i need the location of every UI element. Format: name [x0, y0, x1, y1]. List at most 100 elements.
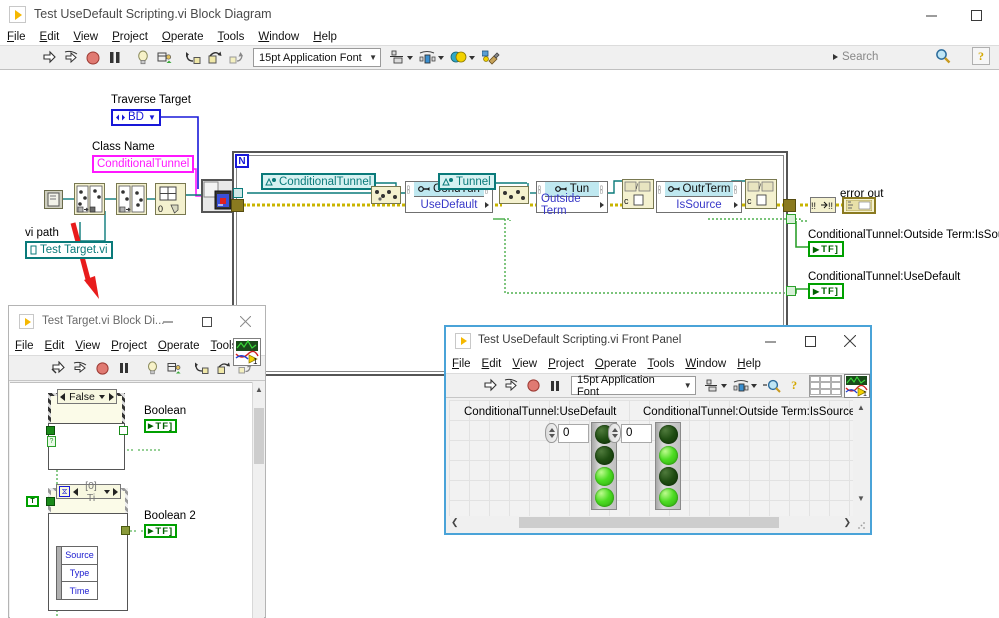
menu-window[interactable]: Window	[258, 30, 299, 44]
scroll-right-icon[interactable]: ❯	[843, 517, 851, 528]
menu-operate[interactable]: Operate	[162, 30, 204, 44]
case-selector-1[interactable]: False	[57, 389, 117, 404]
fp-resize-objects-button[interactable]	[761, 375, 783, 396]
pause-icon[interactable]	[545, 375, 565, 396]
chevron-down-icon[interactable]	[104, 489, 110, 494]
fp-hscroll-thumb[interactable]	[519, 517, 779, 528]
array-2-index-control[interactable]: 0	[608, 423, 652, 443]
menu-tools[interactable]: Tools	[647, 357, 674, 371]
to-more-specific-class-icon-1[interactable]: / c	[622, 179, 654, 209]
step-over-icon[interactable]	[205, 47, 225, 68]
minimize-icon[interactable]	[909, 0, 954, 30]
fp-vi-icon-badge[interactable]: 1	[844, 373, 870, 398]
loop-count-terminal[interactable]: N	[235, 154, 249, 168]
target-vertical-scrollbar[interactable]: ▲	[252, 382, 264, 618]
retain-wire-values-icon[interactable]	[155, 47, 175, 68]
boolean-indicator-2[interactable]: ▶ TF]	[144, 524, 178, 538]
target-window[interactable]: Test Target.vi Block Di... File Edit Vie…	[8, 305, 266, 618]
array-2-led-3[interactable]	[659, 488, 678, 507]
case-selector-terminal-1[interactable]	[46, 426, 55, 435]
array-2-led-0[interactable]	[659, 425, 678, 444]
step-into-icon[interactable]	[183, 47, 203, 68]
indicator-usedefault[interactable]: ▶ TF]	[808, 283, 844, 299]
light-bulb-icon[interactable]	[142, 358, 162, 379]
loop-tunnel-error[interactable]	[231, 199, 244, 212]
array-2-led-column[interactable]	[655, 422, 681, 510]
pnode-property-row[interactable]: IsSource	[657, 197, 741, 212]
clean-up-diagram-button[interactable]	[479, 47, 503, 68]
magnifier-icon[interactable]	[935, 48, 951, 69]
pause-icon[interactable]	[105, 47, 125, 68]
property-node-outrterm[interactable]: ▯ ▯ OutrTerm ▯ ▯ IsSource	[656, 181, 742, 213]
array-2-led-2[interactable]	[659, 467, 678, 486]
menu-project[interactable]: Project	[112, 30, 148, 44]
scroll-up-icon[interactable]: ▲	[855, 400, 867, 414]
class-constant-conditionaltunnel[interactable]: ConditionalTunnel	[261, 173, 377, 190]
pnode-property-row[interactable]: Outside Term	[537, 193, 607, 217]
chevron-down-icon[interactable]	[99, 394, 105, 399]
case-output-tunnel-1[interactable]	[119, 426, 128, 435]
fp-horizontal-scrollbar[interactable]: ❮ ❯	[449, 516, 853, 529]
loop-tunnel-error-out[interactable]	[783, 199, 796, 212]
timeout-constant[interactable]: T	[26, 496, 39, 507]
abort-execution-icon[interactable]	[524, 375, 544, 396]
to-more-specific-class-icon-2[interactable]: / c	[745, 179, 777, 209]
event-data-node[interactable]: Source Type Time	[56, 546, 98, 600]
run-continuously-icon[interactable]	[61, 47, 81, 68]
error-out-indicator[interactable]	[842, 197, 876, 214]
event-structure-selector[interactable]: ⧖ [0] Ti	[56, 480, 121, 504]
maximize-icon[interactable]	[187, 306, 226, 337]
array-1-led-3[interactable]	[595, 488, 614, 507]
menu-edit[interactable]: Edit	[482, 357, 502, 371]
context-help-icon[interactable]: ?	[972, 47, 990, 65]
light-bulb-icon[interactable]	[133, 47, 153, 68]
minimize-icon[interactable]	[750, 327, 790, 355]
abort-execution-icon[interactable]	[92, 358, 112, 379]
menu-project[interactable]: Project	[111, 339, 147, 353]
menu-help[interactable]: Help	[737, 357, 761, 371]
maximize-icon[interactable]	[954, 0, 999, 30]
traverse-target-control[interactable]: BD ▼	[111, 109, 161, 126]
array-1-index-value[interactable]: 0	[558, 423, 589, 443]
vi-path-control[interactable]: Test Target.vi	[25, 241, 113, 259]
loop-tunnel-class[interactable]	[233, 188, 243, 198]
to-more-specific-class-node-1[interactable]	[371, 186, 401, 204]
loop-tunnel-bool-2[interactable]	[786, 286, 796, 296]
maximize-icon[interactable]	[790, 327, 830, 355]
menu-view[interactable]: View	[512, 357, 537, 371]
class-name-control[interactable]: ConditionalTunnel	[92, 155, 195, 173]
array-1-led-1[interactable]	[595, 446, 614, 465]
fp-help-button[interactable]: ?	[784, 375, 804, 396]
scripting-node-1[interactable]	[74, 183, 105, 215]
to-more-specific-class-node-2[interactable]	[499, 186, 529, 204]
menu-view[interactable]: View	[73, 30, 98, 44]
menu-edit[interactable]: Edit	[40, 30, 60, 44]
pause-icon[interactable]	[114, 358, 134, 379]
chevron-right-icon[interactable]	[109, 392, 114, 401]
traverse-reference-node[interactable]	[201, 179, 234, 213]
scripting-node-2[interactable]	[116, 183, 147, 215]
scroll-up-icon[interactable]: ▲	[253, 382, 265, 396]
boolean-indicator-1[interactable]: ▶ TF]	[144, 419, 178, 433]
menu-file[interactable]: File	[452, 357, 471, 371]
run-arrow-icon[interactable]	[480, 375, 500, 396]
front-panel-window[interactable]: Test UseDefault Scripting.vi Front Panel…	[444, 325, 872, 535]
menu-view[interactable]: View	[75, 339, 100, 353]
reorder-button[interactable]	[450, 47, 475, 68]
fp-align-objects-button[interactable]	[704, 375, 727, 396]
fp-distribute-objects-button[interactable]	[733, 375, 757, 396]
chevron-left-icon[interactable]	[73, 487, 78, 496]
close-icon[interactable]	[226, 306, 265, 337]
scroll-thumb[interactable]	[254, 408, 264, 464]
menu-operate[interactable]: Operate	[595, 357, 637, 371]
fp-resize-grip[interactable]	[856, 518, 867, 529]
menu-project[interactable]: Project	[548, 357, 584, 371]
loop-tunnel-bool-1[interactable]	[786, 214, 796, 224]
fp-canvas[interactable]: ConditionalTunnel:UseDefault 0 Condition…	[449, 400, 853, 519]
index-array-node[interactable]: 0	[155, 183, 186, 215]
align-objects-button[interactable]	[389, 47, 413, 68]
run-arrow-icon[interactable]	[39, 47, 59, 68]
step-out-icon[interactable]	[227, 47, 247, 68]
abort-execution-icon[interactable]	[83, 47, 103, 68]
event-output-tunnel[interactable]	[121, 526, 130, 535]
